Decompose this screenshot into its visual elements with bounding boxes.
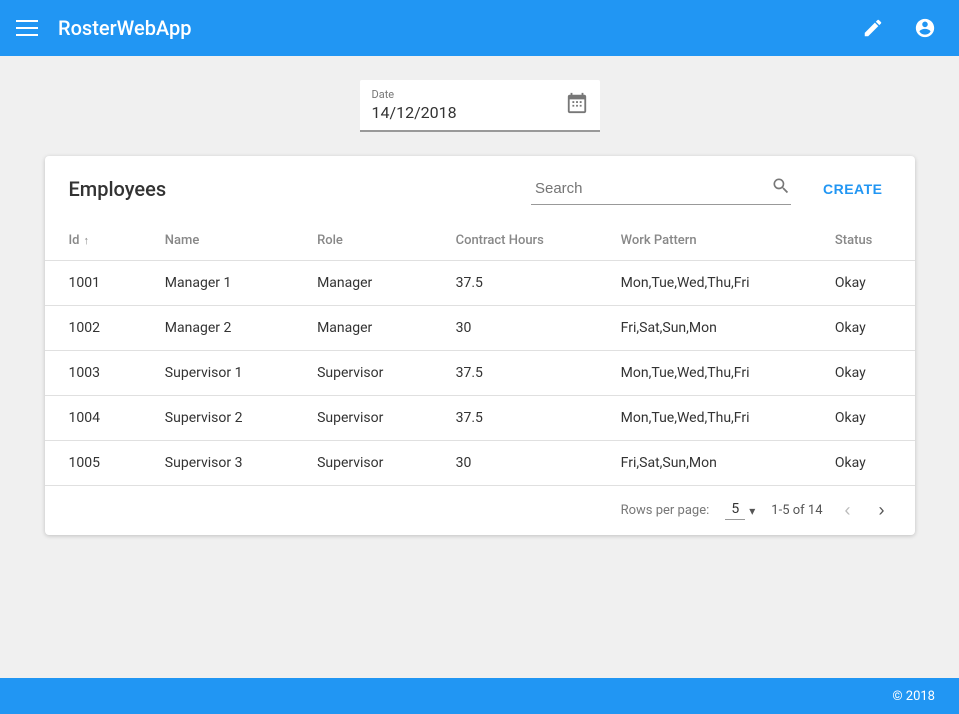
table-body: 1001Manager 1Manager37.5Mon,Tue,Wed,Thu,… [45,261,915,486]
cell-contract_hours: 30 [432,441,597,486]
cell-name: Manager 1 [141,261,293,306]
sort-asc-icon: ↑ [84,234,90,247]
col-status: Status [811,221,915,261]
cell-work_pattern: Mon,Tue,Wed,Thu,Fri [597,396,811,441]
pencil-icon[interactable] [855,10,891,46]
search-container [531,172,791,205]
cell-contract_hours: 30 [432,306,597,351]
footer: © 2018 [0,678,959,714]
app-title: RosterWebApp [58,16,855,40]
cell-id: 1001 [45,261,141,306]
cell-name: Supervisor 1 [141,351,293,396]
cell-role: Manager [293,261,432,306]
table-header-row: Id ↑ Name Role Contract Hours Work Patte… [45,221,915,261]
table-head: Id ↑ Name Role Contract Hours Work Patte… [45,221,915,261]
cell-contract_hours: 37.5 [432,261,597,306]
pagination: Rows per page: 5 ▾ 1-5 of 14 ‹ › [45,485,915,535]
cell-contract_hours: 37.5 [432,351,597,396]
cell-work_pattern: Mon,Tue,Wed,Thu,Fri [597,351,811,396]
cell-name: Supervisor 3 [141,441,293,486]
cell-work_pattern: Fri,Sat,Sun,Mon [597,306,811,351]
table-row[interactable]: 1001Manager 1Manager37.5Mon,Tue,Wed,Thu,… [45,261,915,306]
date-value: 14/12/2018 [372,103,457,122]
main-content: Date 14/12/2018 Employees CREATE [0,56,959,678]
cell-id: 1005 [45,441,141,486]
pagination-info: 1-5 of 14 [771,503,822,518]
user-icon[interactable] [907,10,943,46]
col-role: Role [293,221,432,261]
topnav-icons [855,10,943,46]
next-page-button[interactable]: › [873,496,891,525]
cell-id: 1004 [45,396,141,441]
rows-per-page-label: Rows per page: [621,503,710,518]
table-header: Employees CREATE [45,156,915,221]
cell-status: Okay [811,261,915,306]
rows-per-page-select[interactable]: 5 ▾ [725,501,755,520]
cell-role: Supervisor [293,351,432,396]
cell-status: Okay [811,441,915,486]
col-contract-hours: Contract Hours [432,221,597,261]
col-work-pattern: Work Pattern [597,221,811,261]
cell-status: Okay [811,306,915,351]
employees-table: Id ↑ Name Role Contract Hours Work Patte… [45,221,915,485]
rows-dropdown-icon: ▾ [749,504,755,518]
cell-role: Supervisor [293,441,432,486]
cell-status: Okay [811,351,915,396]
date-label: Date [372,88,457,101]
cell-role: Manager [293,306,432,351]
table-title: Employees [69,177,167,201]
cell-role: Supervisor [293,396,432,441]
create-button[interactable]: CREATE [815,175,891,203]
employees-table-card: Employees CREATE Id ↑ Na [45,156,915,535]
date-section: Date 14/12/2018 [360,80,600,132]
date-field-text: Date 14/12/2018 [372,88,457,122]
footer-copyright: © 2018 [892,689,935,704]
col-id[interactable]: Id ↑ [45,221,141,261]
menu-icon[interactable] [16,20,38,36]
col-name: Name [141,221,293,261]
topnav: RosterWebApp [0,0,959,56]
calendar-icon [566,92,588,118]
search-input[interactable] [531,178,771,199]
cell-contract_hours: 37.5 [432,396,597,441]
cell-work_pattern: Fri,Sat,Sun,Mon [597,441,811,486]
date-picker[interactable]: Date 14/12/2018 [360,80,600,132]
search-icon [771,176,791,200]
cell-work_pattern: Mon,Tue,Wed,Thu,Fri [597,261,811,306]
rows-per-page-value: 5 [725,501,745,520]
cell-name: Manager 2 [141,306,293,351]
cell-id: 1003 [45,351,141,396]
prev-page-button[interactable]: ‹ [839,496,857,525]
table-row[interactable]: 1002Manager 2Manager30Fri,Sat,Sun,MonOka… [45,306,915,351]
table-row[interactable]: 1003Supervisor 1Supervisor37.5Mon,Tue,We… [45,351,915,396]
cell-name: Supervisor 2 [141,396,293,441]
table-row[interactable]: 1004Supervisor 2Supervisor37.5Mon,Tue,We… [45,396,915,441]
cell-id: 1002 [45,306,141,351]
table-row[interactable]: 1005Supervisor 3Supervisor30Fri,Sat,Sun,… [45,441,915,486]
cell-status: Okay [811,396,915,441]
